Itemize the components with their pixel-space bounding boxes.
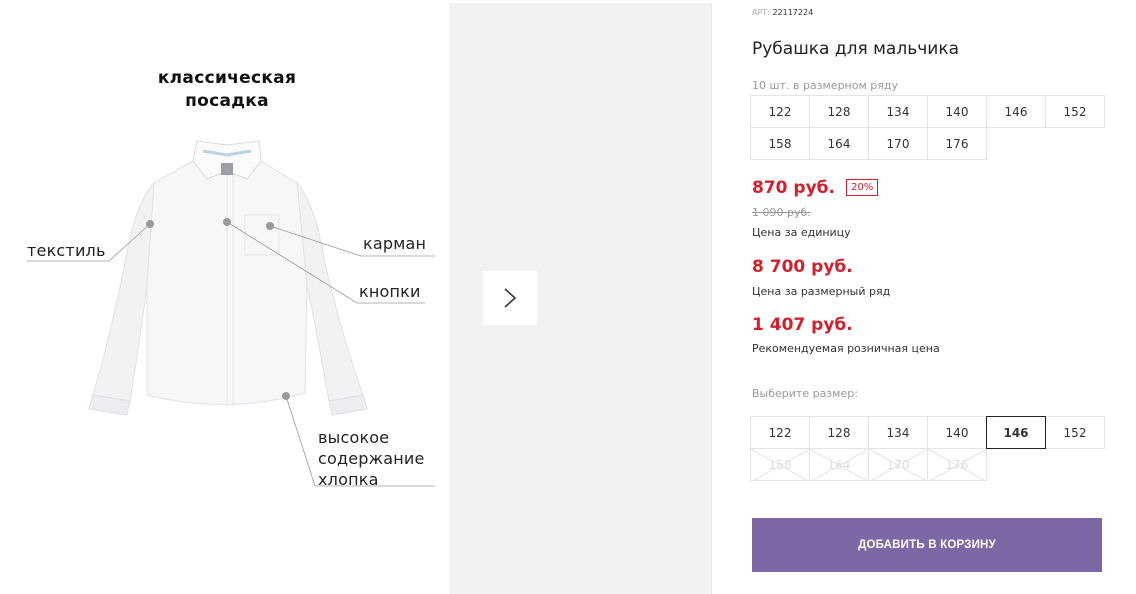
choose-size-label: Выберите размер: <box>752 387 858 400</box>
article-number: АРТ: 22117224 <box>752 8 813 17</box>
size-option-140[interactable]: 140 <box>927 416 987 449</box>
discount-badge: 20% <box>846 179 879 196</box>
unit-price-label: Цена за единицу <box>752 226 851 239</box>
size-option-unavailable-164: 164 <box>809 448 869 481</box>
pack-size-grid: 122 128 134 140 146 152 158 164 170 176 <box>750 95 1105 160</box>
pack-price: 8 700 руб. <box>752 257 853 277</box>
size-selector-grid: 122 128 134 140 146 152 158 164 170 176 <box>750 416 1105 481</box>
unit-price-block: 870 руб. 20% <box>752 178 879 198</box>
product-image-panel: классическая посадка текстиль карман кно… <box>7 3 449 594</box>
crossed-out-icon <box>928 449 986 480</box>
gallery-next-panel <box>449 3 712 594</box>
size-option-134[interactable]: 134 <box>868 416 928 449</box>
callout-pocket: карман <box>363 234 427 253</box>
pack-price-label: Цена за размерный ряд <box>752 285 891 298</box>
size-option-152[interactable]: 152 <box>1045 416 1105 449</box>
crossed-out-icon <box>751 449 809 480</box>
pack-size-cell: 170 <box>868 127 928 160</box>
callout-buttons: кнопки <box>359 282 421 301</box>
add-to-cart-button[interactable]: ДОБАВИТЬ В КОРЗИНУ <box>752 518 1102 572</box>
size-option-unavailable-158: 158 <box>750 448 810 481</box>
article-value: 22117224 <box>772 8 814 17</box>
pack-size-cell: 122 <box>750 95 810 128</box>
pack-size-cell: 152 <box>1045 95 1105 128</box>
callout-cotton-line2: содержание <box>318 449 425 468</box>
size-option-122[interactable]: 122 <box>750 416 810 449</box>
pack-size-cell: 146 <box>986 95 1046 128</box>
product-title: Рубашка для мальчика <box>752 39 960 59</box>
pack-size-cell: 140 <box>927 95 987 128</box>
crossed-out-icon <box>869 449 927 480</box>
rrp-price: 1 407 руб. <box>752 315 853 335</box>
article-label: АРТ: <box>752 8 770 17</box>
size-option-128[interactable]: 128 <box>809 416 869 449</box>
next-image-button[interactable] <box>483 271 537 325</box>
unit-price: 870 руб. <box>752 178 835 198</box>
callout-cotton: высокое содержание хлопка <box>318 427 425 490</box>
old-price: 1 090 руб. <box>752 206 811 219</box>
pack-size-cell: 164 <box>809 127 869 160</box>
size-option-146[interactable]: 146 <box>986 416 1046 449</box>
callout-cotton-line1: высокое <box>318 428 390 447</box>
pack-size-cell: 176 <box>927 127 987 160</box>
callout-cotton-line3: хлопка <box>318 470 379 489</box>
pack-size-cell: 128 <box>809 95 869 128</box>
size-option-unavailable-176: 176 <box>927 448 987 481</box>
pack-note: 10 шт. в размерном ряду <box>752 79 898 92</box>
pack-size-cell: 134 <box>868 95 928 128</box>
crossed-out-icon <box>810 449 868 480</box>
size-option-unavailable-170: 170 <box>868 448 928 481</box>
callout-textile: текстиль <box>27 241 106 260</box>
chevron-right-icon <box>504 288 517 308</box>
pack-size-cell: 158 <box>750 127 810 160</box>
rrp-label: Рекомендуемая розничная цена <box>752 342 940 355</box>
